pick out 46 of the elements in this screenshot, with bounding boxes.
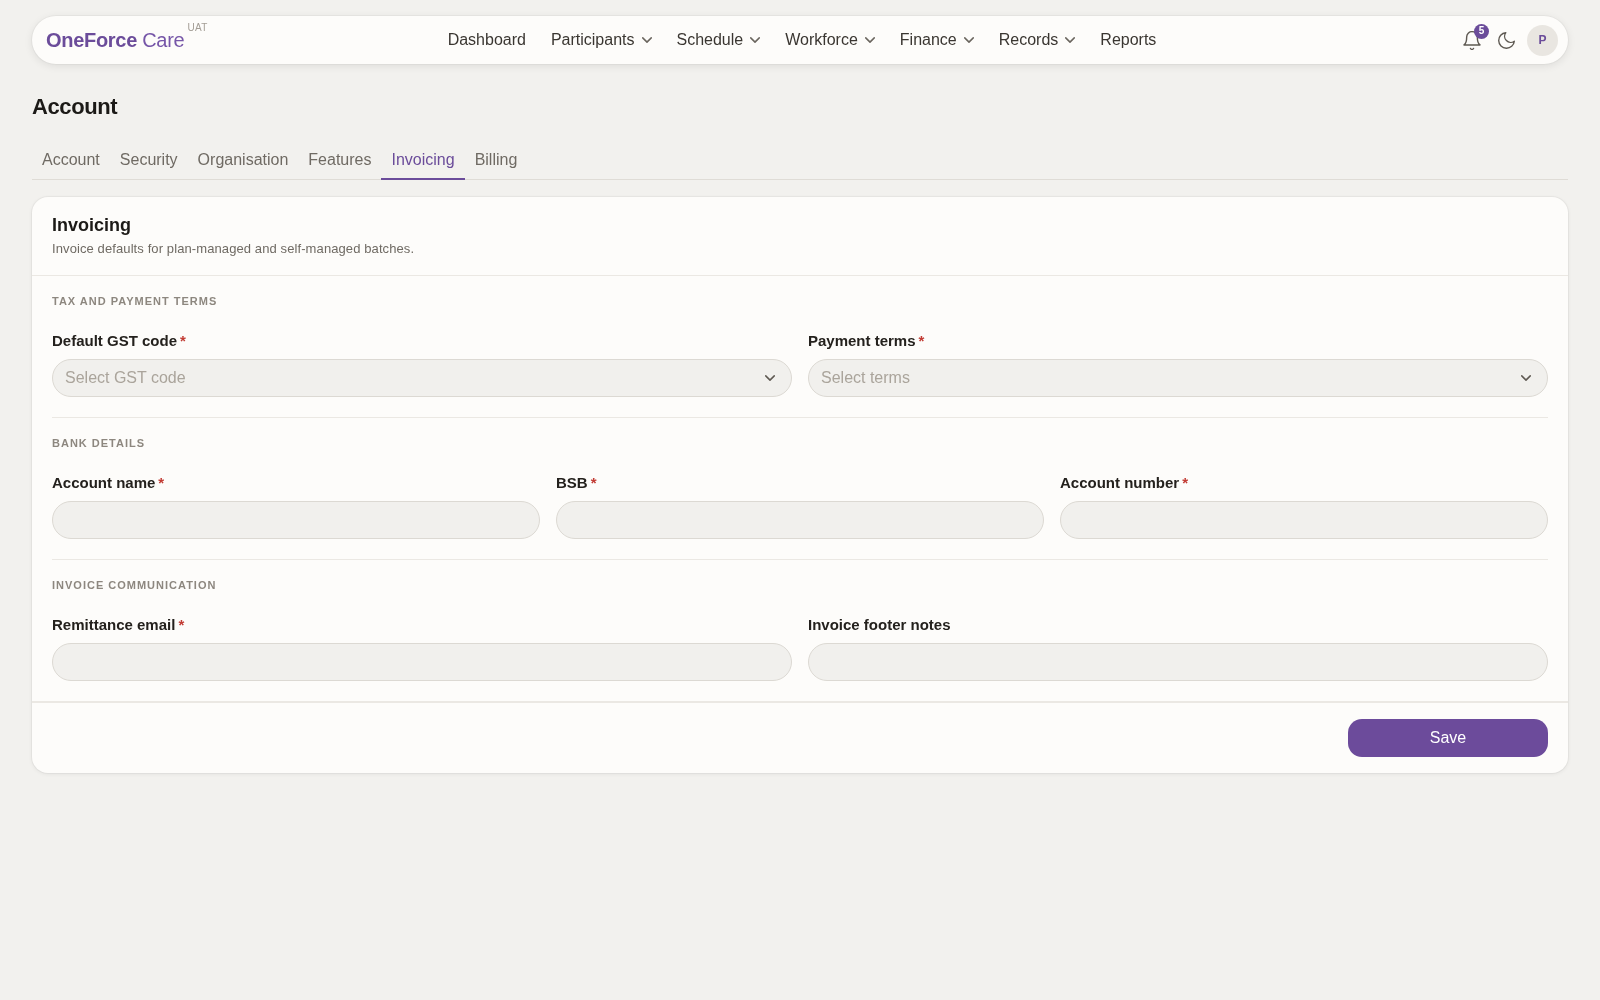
tab[interactable]: Account <box>32 142 110 180</box>
nav-link[interactable]: Finance <box>899 31 974 49</box>
field-label: Payment terms <box>808 331 916 351</box>
page-title: Account <box>32 93 119 121</box>
tab[interactable]: Billing <box>464 142 528 180</box>
nav-link[interactable]: Workforce <box>785 31 875 49</box>
field-label: Invoice footer notes <box>808 615 951 635</box>
required-mark: * <box>1182 473 1189 493</box>
section-heading: TAX AND PAYMENT TERMS <box>52 294 219 309</box>
chevron-down-icon <box>1521 375 1531 381</box>
field-label: BSB <box>556 473 588 493</box>
field-label: Default GST code <box>52 331 178 351</box>
required-mark: * <box>158 473 165 493</box>
text-input[interactable] <box>556 501 1044 539</box>
moon-icon[interactable] <box>1498 31 1515 49</box>
required-mark: * <box>590 473 597 493</box>
tab[interactable]: Invoicing <box>381 142 465 180</box>
required-mark: * <box>180 331 186 351</box>
tab[interactable]: Features <box>298 142 382 180</box>
user-avatar[interactable]: P <box>1527 24 1558 56</box>
environment-label: UAT <box>187 22 208 33</box>
card-description: Invoice defaults for plan-managed and self-managed batches. <box>52 240 416 258</box>
section-heading: BANK DETAILS <box>52 436 147 451</box>
nav-link[interactable]: Records <box>998 31 1076 49</box>
notification-count-badge: 5 <box>1474 23 1489 39</box>
tab[interactable]: Organisation <box>187 142 299 180</box>
nav-link[interactable]: Schedule <box>676 31 761 49</box>
nav-link[interactable]: Dashboard <box>447 31 526 49</box>
app-logo[interactable]: OneForce Care <box>46 28 185 52</box>
text-input[interactable] <box>52 501 540 539</box>
text-input[interactable] <box>808 643 1548 681</box>
required-mark: * <box>178 615 185 635</box>
card-title: Invoicing <box>52 214 132 237</box>
field-label: Account number <box>1060 473 1180 493</box>
nav-link[interactable]: Reports <box>1100 31 1157 49</box>
notification-bell-icon[interactable] <box>1463 30 1481 50</box>
nav-link[interactable]: Participants <box>550 31 652 49</box>
tab[interactable]: Security <box>109 142 188 180</box>
field-label: Remittance email <box>52 615 176 635</box>
chevron-down-icon <box>765 375 775 381</box>
section-heading: INVOICE COMMUNICATION <box>52 578 218 593</box>
required-mark: * <box>918 331 925 351</box>
text-input[interactable] <box>1060 501 1548 539</box>
save-button[interactable]: Save <box>1348 719 1548 757</box>
field-label: Account name <box>52 473 156 493</box>
text-input[interactable] <box>52 643 792 681</box>
